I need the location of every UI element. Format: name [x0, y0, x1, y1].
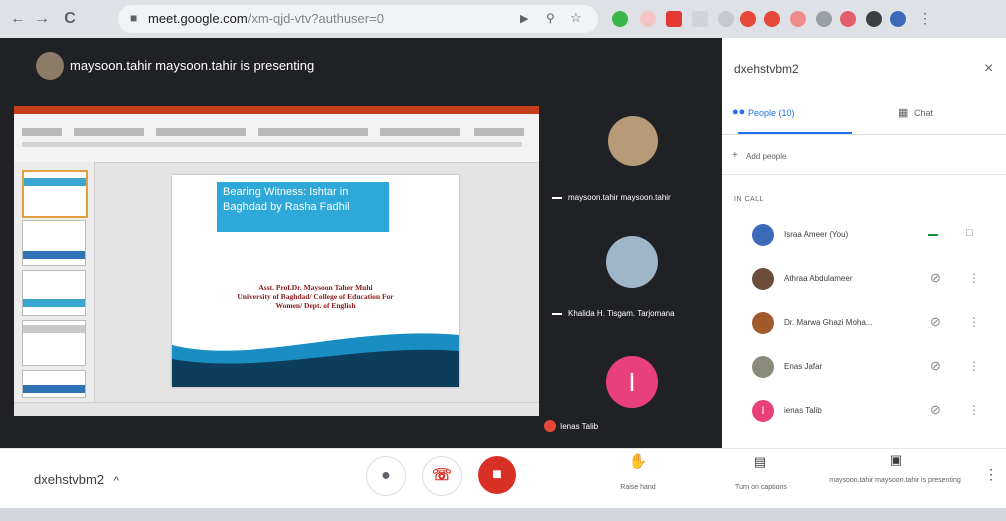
add-person-icon: + [732, 150, 738, 161]
captions-icon[interactable]: ▤ [740, 454, 780, 470]
ppt-status-bar [14, 402, 539, 417]
more-options-icon[interactable]: ⋮ [984, 466, 998, 483]
ppt-titlebar [14, 106, 539, 114]
participant-name: Israa Ameer (You) [784, 230, 849, 239]
participant-avatar [752, 224, 774, 246]
microphone-icon: ● [381, 467, 391, 484]
profile-avatar[interactable] [890, 11, 906, 27]
audio-indicator-icon [552, 313, 562, 315]
extension-icon[interactable] [612, 11, 628, 27]
mic-off-icon: ⊘ [930, 402, 941, 417]
meeting-details-button[interactable]: dxehstvbm2 ^ [34, 472, 119, 487]
more-options-icon[interactable]: ⋮ [968, 359, 980, 373]
star-icon[interactable]: ☆ [570, 10, 582, 26]
presenting-button[interactable]: maysoon.tahir maysoon.tahir is presentin… [820, 476, 970, 485]
participant-mini-avatar [544, 420, 556, 432]
ppt-ribbon [14, 114, 539, 163]
participant-name: Enas Jafar [784, 362, 823, 371]
presenter-label: maysoon.tahir maysoon.tahir is presentin… [70, 58, 315, 73]
tab-people[interactable]: People (10) [748, 108, 795, 118]
participant-row[interactable]: Dr. Marwa Ghazi Moha... ⊘ ⋮ [722, 308, 1006, 340]
zoom-icon[interactable]: ⚲ [546, 11, 555, 25]
slide-thumbnail [22, 220, 86, 266]
hang-up-icon: ☏ [431, 467, 452, 484]
chevron-up-icon: ^ [113, 475, 119, 487]
extension-icon[interactable] [740, 11, 756, 27]
participant-avatar: I [606, 356, 658, 408]
side-panel: dxehstvbm2 × ●● People (10) ▦ Chat + Add… [722, 38, 1006, 448]
camera-button[interactable]: ■ [478, 456, 516, 494]
people-icon: ●● [732, 106, 746, 118]
camera-off-icon: ■ [492, 466, 502, 483]
mic-off-icon: ⊘ [930, 314, 941, 329]
extension-icon[interactable] [666, 11, 682, 27]
participant-name: Athraa Abdulameer [784, 274, 853, 283]
captions-button[interactable]: Turn on captions [716, 484, 806, 491]
slide-thumbnails [14, 162, 95, 402]
lock-icon: ■ [130, 11, 138, 25]
forward-icon[interactable]: → [32, 9, 52, 29]
participant-row[interactable]: Enas Jafar ⊘ ⋮ [722, 352, 1006, 384]
present-icon[interactable]: ▣ [876, 452, 916, 468]
add-people-button[interactable]: Add people [746, 152, 786, 161]
tile-name: maysoon.tahir maysoon.tahir [568, 193, 671, 202]
extension-icon[interactable] [816, 11, 832, 27]
audio-indicator-icon [552, 197, 562, 199]
slide-author: Asst. Prof.Dr. Maysoon Taher Muhi Univer… [237, 283, 394, 310]
pin-icon[interactable]: □ [966, 227, 973, 239]
meeting-code: dxehstvbm2 [34, 472, 105, 487]
participant-name: ienas Talib [784, 406, 822, 415]
slide-thumbnail [22, 170, 88, 218]
slide-title: Bearing Witness: Ishtar in Baghdad by Ra… [217, 182, 389, 232]
slide-thumbnail [22, 370, 86, 398]
participant-avatar [752, 312, 774, 334]
slide-thumbnail [22, 320, 86, 366]
browser-menu-icon[interactable]: ⋮ [918, 10, 932, 27]
participant-row[interactable]: Israa Ameer (You) □ [722, 220, 1006, 252]
close-icon[interactable]: × [984, 60, 993, 78]
tab-chat[interactable]: Chat [914, 108, 933, 118]
speaking-indicator-icon [928, 234, 938, 236]
tile-name: Khalida H. Tisgam. Tarjomana [568, 309, 675, 318]
extension-icon[interactable] [640, 11, 656, 27]
in-call-heading: IN CALL [734, 196, 764, 203]
os-taskbar [0, 508, 1006, 521]
participant-row[interactable]: Athraa Abdulameer ⊘ ⋮ [722, 264, 1006, 296]
reload-icon[interactable]: C [60, 9, 80, 29]
url-path: /xm-qjd-vtv?authuser=0 [247, 11, 384, 26]
participant-avatar [606, 236, 658, 288]
puzzle-icon[interactable] [866, 11, 882, 27]
extension-icon[interactable] [840, 11, 856, 27]
cast-icon[interactable]: ▶ [520, 12, 528, 25]
participant-avatar [752, 356, 774, 378]
address-bar[interactable]: ■ meet.google.com/xm-qjd-vtv?authuser=0 … [118, 5, 598, 33]
mic-off-icon: ⊘ [930, 270, 941, 285]
mic-off-icon: ⊘ [930, 358, 941, 373]
slide-canvas: Bearing Witness: Ishtar in Baghdad by Ra… [172, 175, 459, 387]
more-options-icon[interactable]: ⋮ [968, 403, 980, 417]
more-options-icon[interactable]: ⋮ [968, 271, 980, 285]
participant-avatar [752, 268, 774, 290]
participant-row[interactable]: I ienas Talib ⊘ ⋮ [722, 396, 1006, 428]
back-icon[interactable]: ← [8, 9, 28, 29]
slide-wave-graphic [172, 333, 459, 387]
microphone-button[interactable]: ● [366, 456, 406, 496]
presenter-avatar [36, 52, 64, 80]
chat-icon: ▦ [898, 107, 909, 119]
url-host: meet.google.com [148, 11, 248, 26]
extension-icon[interactable] [764, 11, 780, 27]
tile-name: Ienas Talib [560, 422, 599, 431]
participant-name: Dr. Marwa Ghazi Moha... [784, 318, 873, 327]
participant-avatar [608, 116, 658, 166]
extension-icon[interactable] [790, 11, 806, 27]
participant-avatar: I [752, 400, 774, 422]
slide-thumbnail [22, 270, 86, 316]
extension-icon[interactable] [718, 11, 734, 27]
raise-hand-icon[interactable]: ✋ [616, 452, 660, 470]
more-options-icon[interactable]: ⋮ [968, 315, 980, 329]
meeting-code: dxehstvbm2 [734, 62, 799, 76]
extension-icon[interactable] [692, 11, 708, 27]
leave-call-button[interactable]: ☏ [422, 456, 462, 496]
raise-hand-button[interactable]: Raise hand [604, 484, 672, 491]
